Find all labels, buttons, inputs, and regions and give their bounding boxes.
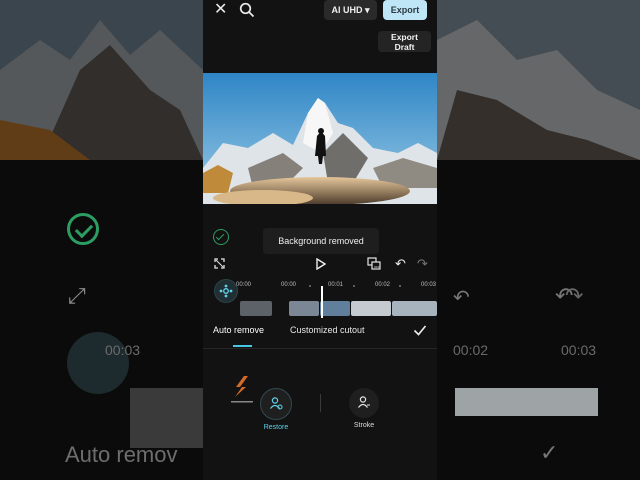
background-time-label: 00:03 [105, 342, 141, 358]
restore-icon [260, 388, 292, 420]
timeline-ruler: 00:00 00:00 00:01 00:02 00:03 [203, 282, 437, 292]
stroke-icon [349, 388, 379, 418]
background-auto-remove-label: Auto remov [65, 442, 178, 467]
background-clip-strip [455, 388, 598, 416]
background-time-label-right: 00:02 [453, 342, 489, 358]
timeline-clip[interactable] [392, 301, 437, 316]
cutout-icon [219, 284, 233, 298]
export-button[interactable]: Export [383, 0, 427, 20]
editor-screen: ✕ AI UHD ▾ Export Export Draft Backgroun… [203, 0, 437, 480]
ruler-label: 00:00 [236, 282, 252, 288]
background-redo-icon: ↷ [565, 283, 584, 308]
active-tab-indicator [233, 345, 252, 347]
background-check-icon [67, 213, 99, 245]
background-time-label-right-2: 00:03 [561, 342, 597, 358]
svg-text:OFF: OFF [374, 265, 380, 269]
tool-separator [320, 394, 321, 412]
export-draft-button[interactable]: Export Draft [378, 31, 431, 52]
timeline-track[interactable] [203, 296, 437, 316]
tab-customized-cutout[interactable]: Customized cutout [290, 325, 365, 335]
ruler-label: 00:02 [375, 282, 391, 288]
ruler-label: 00:03 [421, 282, 437, 288]
quality-label: AI UHD [331, 5, 363, 15]
fullscreen-icon[interactable] [214, 258, 225, 269]
export-draft-line1: Export [391, 32, 418, 42]
ruler-label: 00:01 [328, 282, 344, 288]
export-draft-line2: Draft [394, 42, 415, 52]
tab-auto-remove[interactable]: Auto remove [213, 325, 264, 335]
top-bar: ✕ AI UHD ▾ Export [203, 0, 437, 22]
play-icon[interactable] [315, 258, 326, 270]
background-fullscreen-icon: ⤢ [68, 283, 86, 308]
cutout-fab[interactable] [214, 279, 238, 303]
success-check-icon [213, 229, 229, 245]
background-confirm-icon: ✓ [540, 440, 559, 465]
background-right-panel: ↶ ↶ ↷ 00:02 00:03 ✓ [437, 0, 640, 480]
ruler-dot [309, 285, 311, 287]
ruler-dot [399, 285, 401, 287]
quality-dropdown[interactable]: AI UHD ▾ [324, 0, 377, 20]
restore-tool[interactable]: Restore [251, 388, 301, 431]
background-left-panel: ⤢ 00:03 Auto remov [0, 0, 203, 480]
stroke-label: Stroke [353, 422, 375, 429]
playback-controls: OFF ↶ ↷ [203, 255, 437, 273]
timeline-clip[interactable] [351, 301, 391, 316]
compare-off-icon[interactable]: OFF [367, 257, 383, 271]
timeline-clip[interactable] [320, 301, 350, 316]
background-clip-thumbnail [130, 388, 203, 448]
close-icon[interactable]: ✕ [214, 2, 227, 18]
undo-icon[interactable]: ↶ [395, 256, 406, 272]
confirm-check-icon[interactable] [413, 323, 427, 337]
background-undo-icon: ↶ [453, 287, 470, 309]
search-icon[interactable] [239, 2, 255, 18]
stroke-tool[interactable]: Stroke [339, 388, 389, 429]
dropdown-caret-icon: ▾ [364, 5, 370, 15]
ruler-label: 00:00 [281, 282, 297, 288]
cutout-tabs: Auto remove Customized cutout [203, 318, 437, 349]
ruler-dot [353, 285, 355, 287]
timeline-clip[interactable] [289, 301, 319, 316]
toast-message: Background removed [263, 228, 379, 254]
redo-icon[interactable]: ↷ [417, 256, 428, 272]
video-preview[interactable] [203, 73, 437, 204]
timeline-clip-thumbnail[interactable] [240, 301, 272, 316]
restore-label: Restore [263, 424, 289, 431]
playhead[interactable] [321, 286, 323, 318]
